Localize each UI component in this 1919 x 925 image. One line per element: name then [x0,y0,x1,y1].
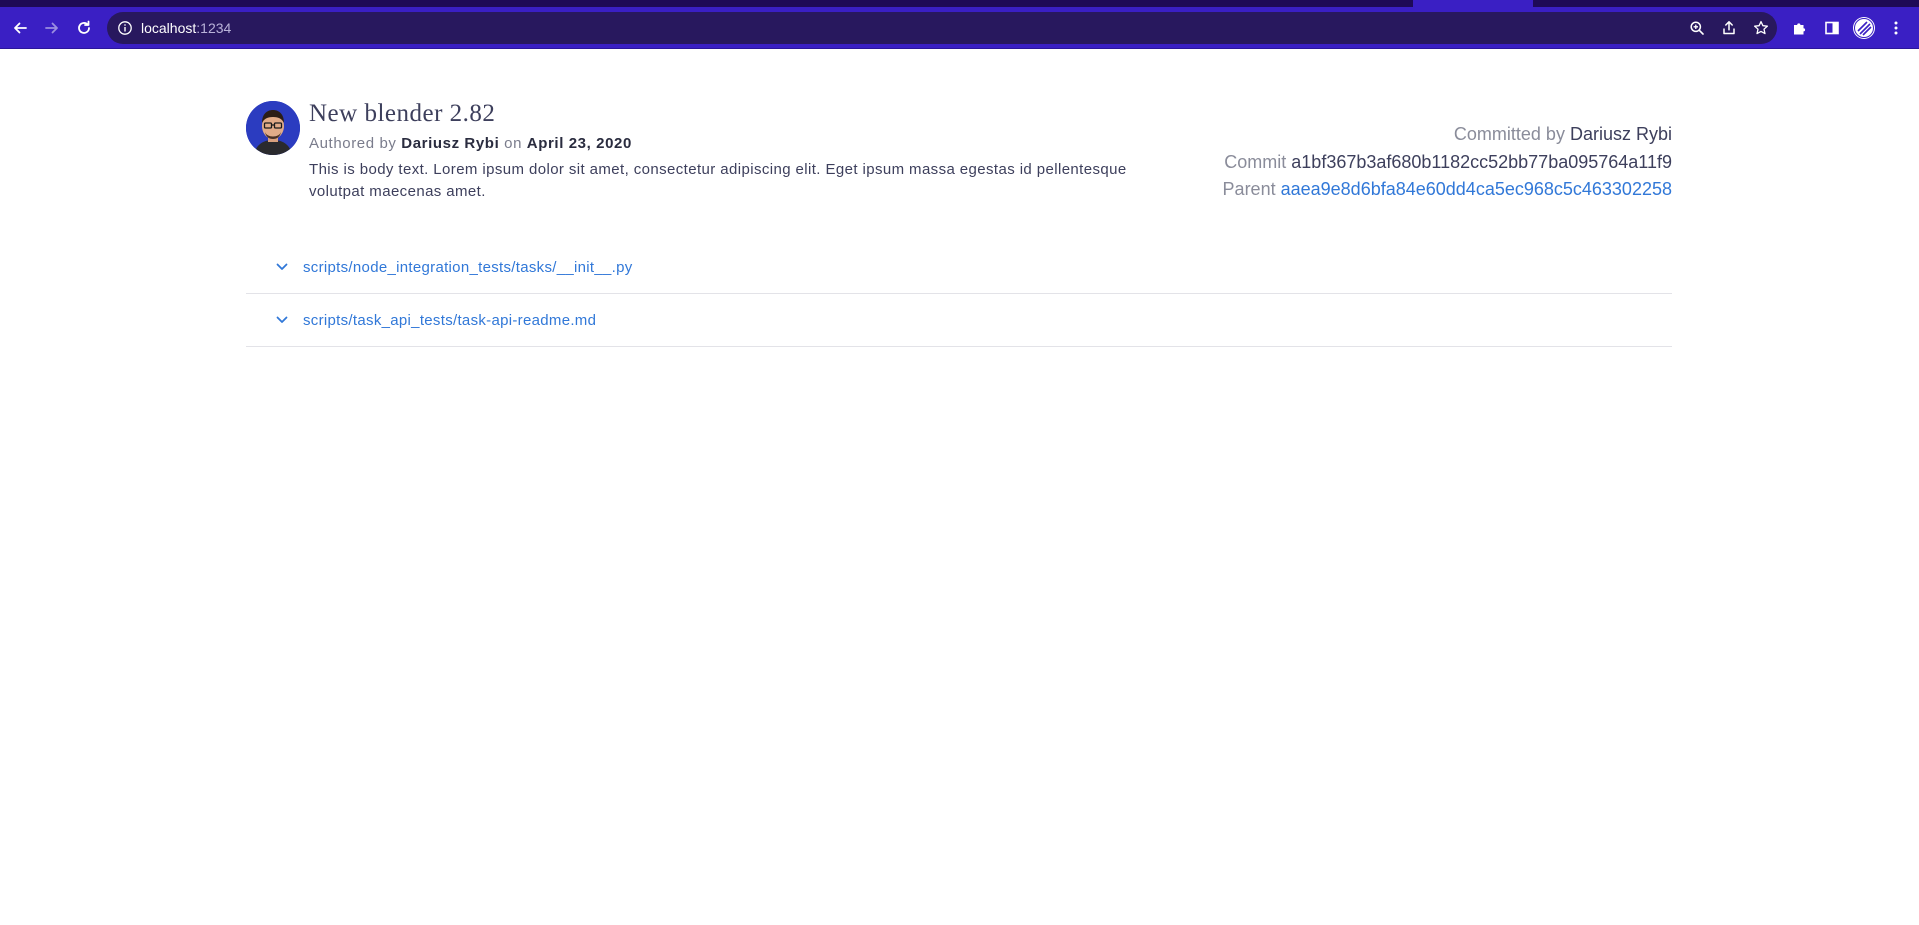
committed-by-line: Committed by Dariusz Rybi [1223,121,1672,149]
commit-meta: Committed by Dariusz Rybi Commit a1bf367… [1223,121,1672,204]
parent-label: Parent [1222,179,1276,199]
kebab-menu-icon [1894,21,1898,35]
commit-title: New blender 2.82 [309,100,496,127]
side-panel-icon [1825,21,1839,35]
file-path-link[interactable]: scripts/node_integration_tests/tasks/__i… [303,259,633,276]
browser-toolbar: localhost:1234 [0,7,1919,49]
commit-hash-line: Commit a1bf367b3af680b1182cc52bb77ba0957… [1223,149,1672,177]
author-avatar [246,101,300,155]
extensions-button[interactable] [1784,7,1816,49]
share-icon [1723,21,1735,35]
file-row[interactable]: scripts/task_api_tests/task-api-readme.m… [246,294,1672,347]
arrow-left-icon [14,22,27,34]
reload-button[interactable] [68,7,100,49]
back-button[interactable] [4,7,36,49]
authored-line: Authored by Dariusz Rybi on April 23, 20… [309,135,632,152]
profile-button[interactable] [1848,7,1880,49]
star-icon [1753,20,1769,35]
active-tab[interactable] [1413,0,1533,7]
side-panel-button[interactable] [1816,7,1848,49]
forward-button[interactable] [36,7,68,49]
commit-hash: a1bf367b3af680b1182cc52bb77ba095764a11f9 [1291,151,1672,172]
bookmark-button[interactable] [1745,12,1777,44]
zoom-button[interactable] [1681,12,1713,44]
zoom-icon [1690,21,1704,35]
file-row[interactable]: scripts/node_integration_tests/tasks/__i… [246,241,1672,294]
profile-avatar [1853,17,1875,39]
on-word: on [504,135,523,152]
tab-strip [0,0,1919,7]
chevron-down-icon[interactable] [276,263,288,271]
chevron-down-icon[interactable] [276,316,288,324]
share-button[interactable] [1713,12,1745,44]
authored-prefix: Authored by [309,135,397,152]
url-host: localhost [141,20,197,36]
address-bar[interactable]: localhost:1234 [107,12,1777,44]
committer-name: Dariusz Rybi [1569,124,1672,144]
file-path-link[interactable]: scripts/task_api_tests/task-api-readme.m… [303,312,596,329]
changed-files-list: scripts/node_integration_tests/tasks/__i… [246,241,1672,347]
parent-line: Parent aaea9e8d6bfa84e60dd4ca5ec968c5c46… [1223,176,1672,204]
browser-menu-button[interactable] [1880,7,1912,49]
commit-date: April 23, 2020 [526,135,632,152]
puzzle-icon [1794,23,1806,35]
info-icon[interactable] [117,20,133,36]
commit-body: This is body text. Lorem ipsum dolor sit… [309,161,1127,200]
reload-icon [78,20,90,34]
committed-label: Committed by [1453,124,1565,144]
author-name: Dariusz Rybi [401,135,500,152]
url-port: :1234 [196,20,232,36]
commit-label: Commit [1224,151,1287,172]
parent-hash-link[interactable]: aaea9e8d6bfa84e60dd4ca5ec968c5c463302258 [1281,179,1672,199]
arrow-right-icon [45,22,58,34]
url-text[interactable]: localhost:1234 [141,12,231,44]
